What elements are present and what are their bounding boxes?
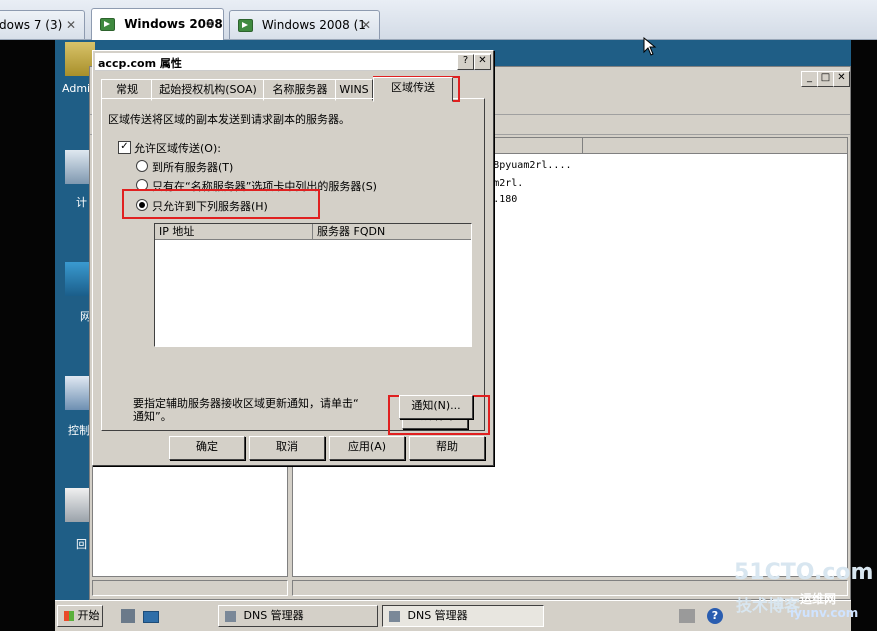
- watermark-yunwei: 运维网: [800, 592, 837, 606]
- watermark-51cto: 51CTO.com: [734, 560, 874, 585]
- taskbar: 开始 DNS 管理器 DNS 管理器 ?: [55, 600, 851, 631]
- tab-zone-transfers[interactable]: 区域传送: [373, 77, 453, 102]
- allow-transfer-label: 允许区域传送(O):: [134, 142, 221, 155]
- desktop-icon-label: 计: [76, 196, 87, 209]
- vm-icon: [238, 19, 253, 32]
- host-tab-windows2008-1[interactable]: Windows 2008 (1 ✕: [229, 10, 380, 39]
- ok-button[interactable]: 确定: [169, 436, 245, 460]
- dialog-titlebar: accp.com 属性 ? ✕: [95, 53, 491, 71]
- taskbar-item-label: DNS 管理器: [407, 609, 468, 622]
- help-icon[interactable]: ?: [707, 608, 723, 624]
- desktop-icon-label: 回: [76, 538, 87, 551]
- minimize-icon[interactable]: _: [801, 71, 818, 87]
- host-tab-bar: dows 7 (3) ✕ Windows 2008 ✕ Windows 2008…: [0, 0, 877, 40]
- close-icon[interactable]: ✕: [205, 9, 215, 39]
- host-tab-label: Windows 2008 (1: [261, 18, 366, 32]
- zone-properties-dialog: accp.com 属性 ? ✕ 常规 起始授权机构(SOA) 名称服务器 WIN…: [92, 50, 494, 466]
- apply-button[interactable]: 应用(A): [329, 436, 405, 460]
- close-icon[interactable]: ✕: [361, 11, 371, 39]
- column-header-empty: [583, 138, 847, 154]
- server-list-table[interactable]: IP 地址 服务器 FQDN: [154, 223, 472, 347]
- mouse-cursor-icon: [643, 37, 657, 56]
- radio-all-servers-label: 到所有服务器(T): [152, 161, 234, 174]
- notify-instruction-cont: 通知”。: [133, 410, 172, 423]
- host-tab-label: dows 7 (3): [0, 18, 63, 32]
- host-tab-windows2008[interactable]: Windows 2008 ✕: [91, 8, 224, 40]
- windows-logo-icon: [64, 611, 74, 621]
- cancel-button[interactable]: 取消: [249, 436, 325, 460]
- start-label: 开始: [77, 609, 100, 622]
- desktop-icon-label: 控制: [68, 424, 90, 437]
- help-icon[interactable]: ?: [457, 54, 474, 70]
- zone-transfer-description: 区域传送将区域的副本发送到请求副本的服务器。: [108, 113, 350, 126]
- vm-border-left: [0, 40, 55, 631]
- help-button[interactable]: 帮助: [409, 436, 485, 460]
- close-icon[interactable]: ✕: [66, 11, 76, 39]
- taskbar-item-dns-manager-active[interactable]: DNS 管理器: [382, 605, 544, 627]
- allow-transfer-checkbox[interactable]: ✓: [118, 141, 131, 154]
- column-header-fqdn[interactable]: 服务器 FQDN: [313, 224, 471, 240]
- highlight-box: [122, 189, 320, 219]
- maximize-icon[interactable]: □: [817, 71, 834, 87]
- watermark-iyunv: iyunv.com: [790, 606, 859, 620]
- close-icon[interactable]: ✕: [833, 71, 850, 87]
- host-tab-windows7[interactable]: dows 7 (3) ✕: [0, 10, 85, 39]
- close-icon[interactable]: ✕: [474, 54, 491, 70]
- dialog-title: accp.com 属性: [98, 57, 182, 70]
- zone-transfers-panel: 区域传送将区域的副本发送到请求副本的服务器。 ✓ 允许区域传送(O): 到所有服…: [101, 98, 490, 435]
- column-header-ip[interactable]: IP 地址: [155, 224, 313, 240]
- show-desktop-icon[interactable]: [143, 611, 159, 623]
- status-segment: [92, 580, 288, 596]
- dns-icon: [225, 610, 236, 622]
- tray-keyboard-icon[interactable]: [679, 609, 695, 623]
- start-button[interactable]: 开始: [57, 605, 103, 627]
- server-manager-icon[interactable]: [121, 609, 135, 623]
- notify-button[interactable]: 通知(N)...: [399, 395, 473, 419]
- dns-icon: [389, 610, 400, 622]
- vm-icon: [100, 18, 115, 31]
- vm-border-right: [851, 40, 877, 631]
- radio-all-servers[interactable]: [136, 160, 148, 172]
- taskbar-item-label: DNS 管理器: [243, 609, 304, 622]
- taskbar-item-dns-manager[interactable]: DNS 管理器: [218, 605, 378, 627]
